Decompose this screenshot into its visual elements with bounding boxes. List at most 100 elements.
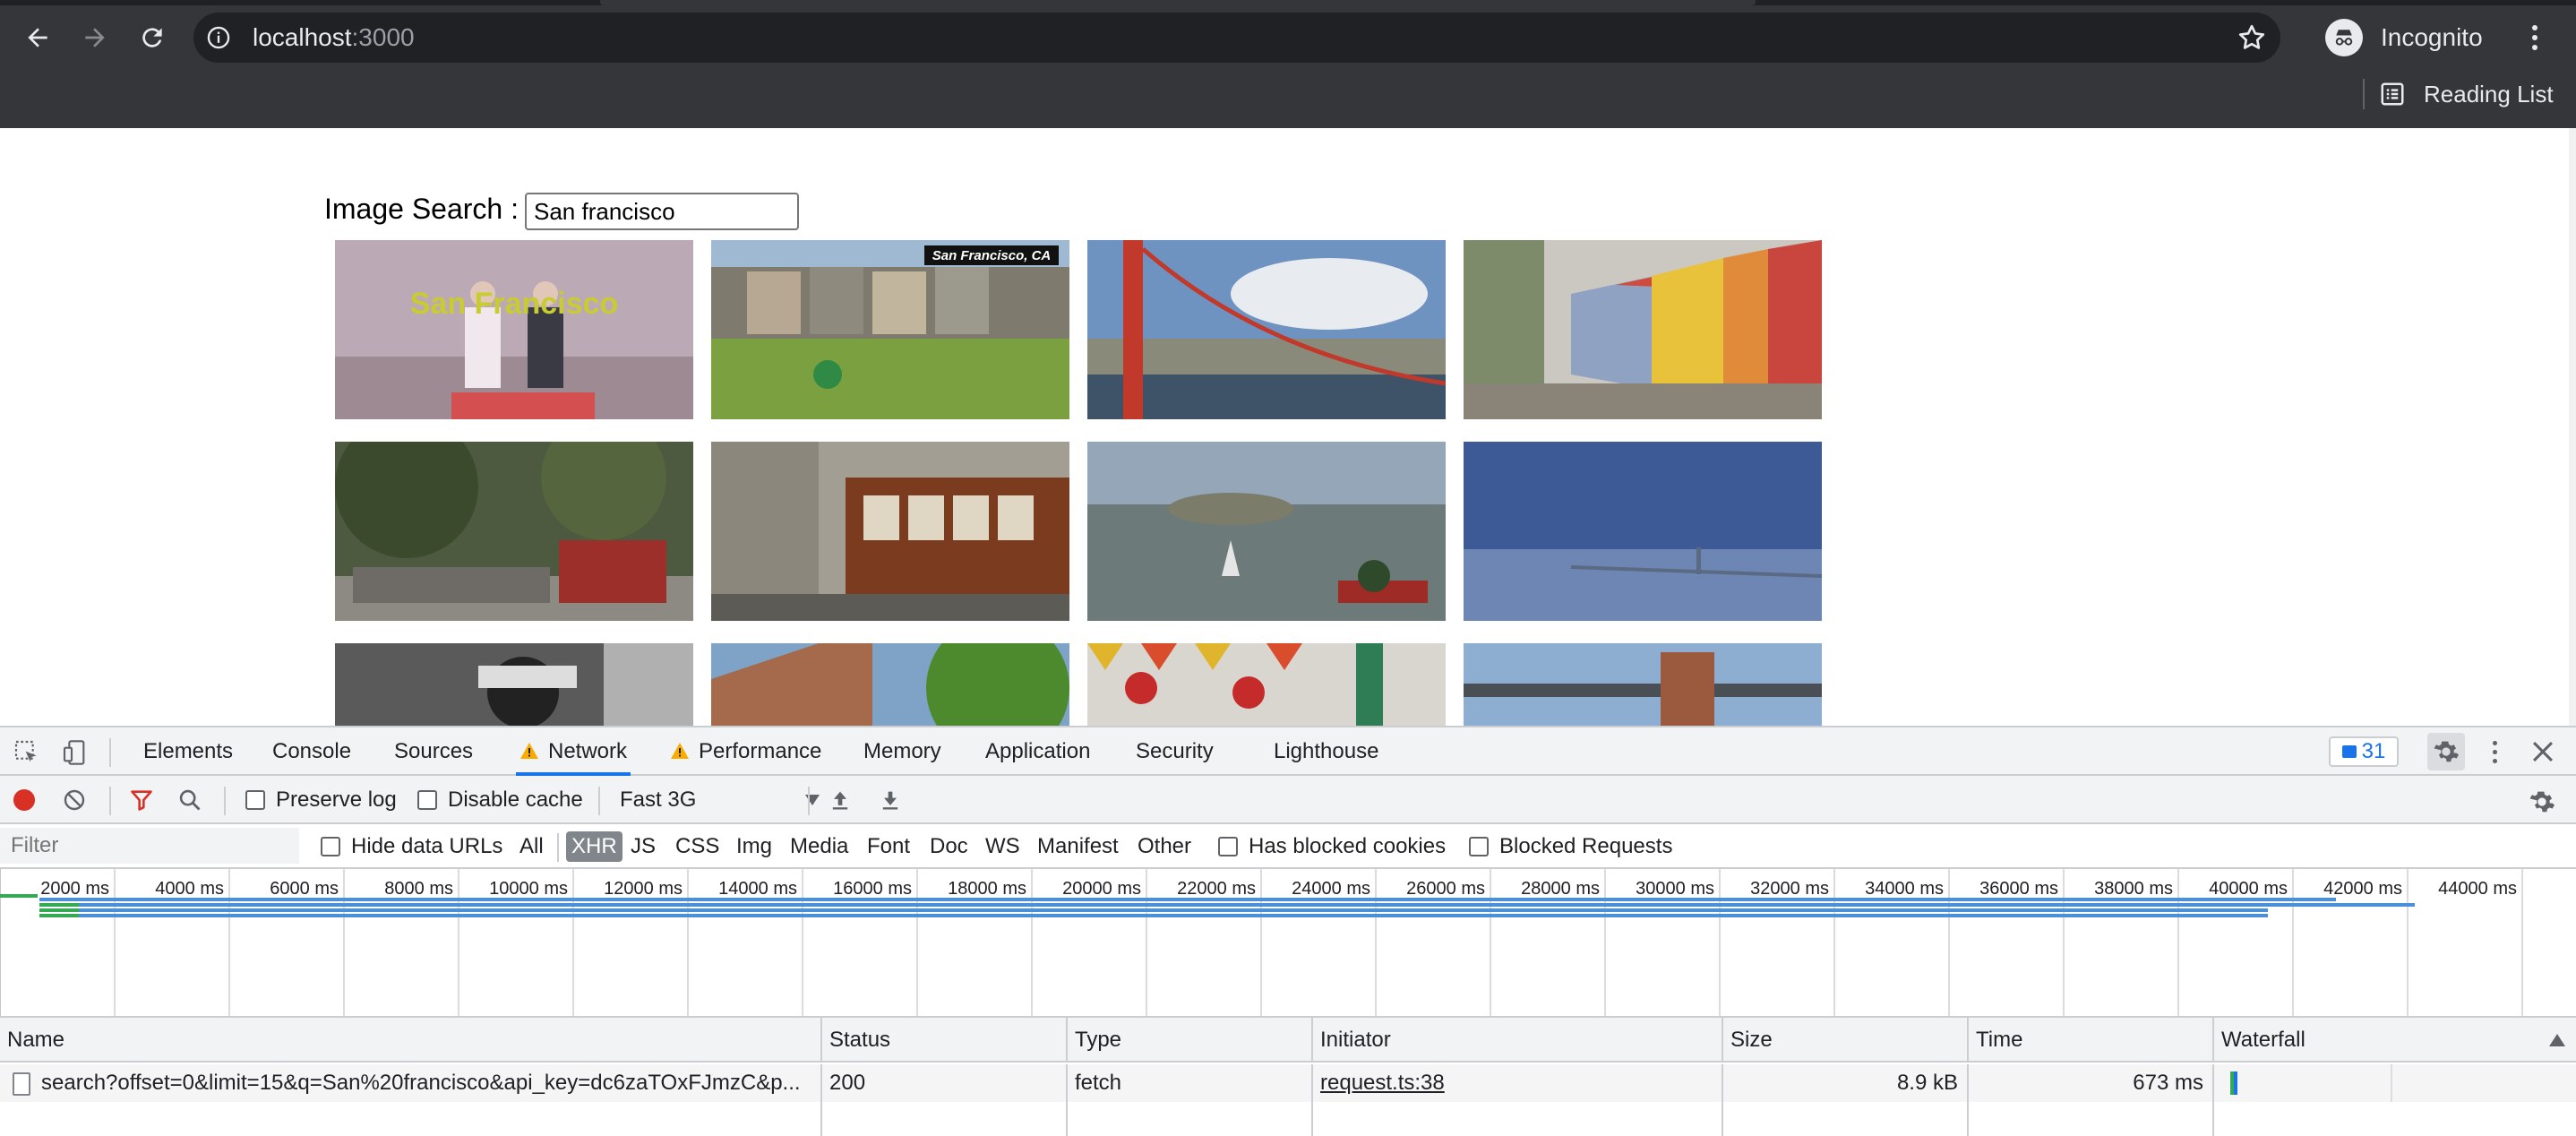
type-filter-css[interactable]: CSS — [675, 824, 719, 869]
tab-sources[interactable]: Sources — [394, 727, 473, 776]
reload-button[interactable] — [131, 16, 174, 59]
initiator-link[interactable]: request.ts:38 — [1320, 1071, 1445, 1095]
tab-memory[interactable]: Memory — [863, 727, 941, 776]
tab-lighthouse[interactable]: Lighthouse — [1274, 727, 1378, 776]
image-thumbnail[interactable] — [1464, 240, 1822, 419]
empty-row-cell — [1068, 1102, 1313, 1136]
type-filter-other[interactable]: Other — [1138, 824, 1191, 869]
waterfall-bar — [2230, 1064, 2392, 1102]
image-thumbnail[interactable] — [711, 442, 1069, 621]
active-tab[interactable] — [600, 0, 1756, 5]
forward-button[interactable] — [73, 16, 116, 59]
browser-toolbar: localhost:3000 Incognito Reading List — [0, 0, 2576, 128]
image-thumbnail[interactable] — [335, 643, 693, 726]
type-filter-ws[interactable]: WS — [985, 824, 1020, 869]
thumbnail-image — [1464, 442, 1822, 621]
info-icon[interactable] — [206, 25, 231, 50]
export-har-icon[interactable] — [878, 787, 903, 813]
devtools-panel: Elements Console Sources Network Perform… — [0, 726, 2576, 1136]
timeline-tick-label: 18000 ms — [948, 879, 1026, 899]
type-filter-img[interactable]: Img — [736, 824, 772, 869]
close-icon[interactable] — [2528, 736, 2558, 767]
disable-cache-label: Disable cache — [448, 787, 583, 812]
cell-status: 200 — [822, 1064, 1068, 1102]
browser-menu-button[interactable] — [2517, 18, 2553, 57]
type-filter-media[interactable]: Media — [790, 824, 848, 869]
devtools-menu-button[interactable] — [2481, 736, 2508, 767]
image-thumbnail[interactable] — [1087, 643, 1446, 726]
filterbar-divider — [557, 833, 559, 862]
timeline-request-bar — [39, 908, 79, 912]
type-filter-all[interactable]: All — [519, 824, 544, 869]
type-filter-js[interactable]: JS — [631, 824, 656, 869]
image-thumbnail[interactable] — [711, 643, 1069, 726]
column-header-status[interactable]: Status — [822, 1018, 1068, 1063]
clear-icon[interactable] — [63, 788, 86, 812]
device-toolbar-icon[interactable] — [61, 738, 90, 767]
search-icon[interactable] — [177, 787, 202, 813]
import-har-icon[interactable] — [828, 787, 853, 813]
image-thumbnail[interactable]: San Francisco — [335, 240, 693, 419]
incognito-indicator[interactable]: Incognito — [2325, 16, 2483, 59]
blocked-requests-checkbox[interactable]: Blocked Requests — [1469, 824, 1672, 869]
type-filter-doc[interactable]: Doc — [930, 824, 968, 869]
column-header-time[interactable]: Time — [1969, 1018, 2214, 1063]
tab-application[interactable]: Application — [985, 727, 1090, 776]
thumbnail-image — [1087, 643, 1446, 726]
timeline-tick-label: 6000 ms — [270, 879, 339, 899]
tab-elements[interactable]: Elements — [143, 727, 233, 776]
image-thumbnail[interactable] — [1087, 240, 1446, 419]
timeline-tick-label: 26000 ms — [1406, 879, 1485, 899]
timeline-request-bar — [39, 903, 79, 907]
throttling-select[interactable]: Fast 3G — [620, 776, 820, 824]
thumbnail-image: San Francisco — [335, 240, 693, 419]
address-bar[interactable]: localhost:3000 — [193, 13, 2280, 63]
devtools-settings-button[interactable] — [2427, 733, 2465, 770]
thumbnail-caption: San Francisco — [410, 287, 618, 321]
warning-icon — [520, 743, 538, 759]
cell-size: 8.9 kB — [1723, 1064, 1969, 1102]
star-icon[interactable] — [2236, 22, 2268, 54]
column-header-initiator[interactable]: Initiator — [1313, 1018, 1723, 1063]
column-header-type[interactable]: Type — [1068, 1018, 1313, 1063]
filter-icon[interactable] — [129, 787, 154, 813]
column-header-name[interactable]: Name — [0, 1018, 822, 1063]
inspect-element-icon[interactable] — [13, 738, 41, 767]
image-thumbnail[interactable] — [1464, 442, 1822, 621]
type-filter-manifest[interactable]: Manifest — [1037, 824, 1119, 869]
has-blocked-cookies-checkbox[interactable]: Has blocked cookies — [1218, 824, 1446, 869]
empty-row-cell — [0, 1102, 822, 1136]
filter-input[interactable] — [0, 828, 299, 864]
column-header-waterfall[interactable]: Waterfall — [2214, 1018, 2576, 1063]
type-filter-xhr[interactable]: XHR — [566, 831, 623, 862]
network-settings-gear-icon[interactable] — [2528, 787, 2556, 816]
tab-performance[interactable]: Performance — [670, 727, 821, 776]
timeline-request-bar — [39, 914, 2268, 917]
tab-console[interactable]: Console — [272, 727, 351, 776]
network-overview-timeline[interactable]: 2000 ms 4000 ms 6000 ms 8000 ms 10000 ms 1200… — [0, 869, 2576, 1018]
tab-network[interactable]: Network — [516, 727, 631, 776]
reading-list-label: Reading List — [2424, 80, 2554, 108]
reading-list-button[interactable]: Reading List — [2379, 77, 2554, 111]
image-thumbnail[interactable]: San Francisco, CA — [711, 240, 1069, 419]
search-label: Image Search : — [324, 193, 519, 225]
image-thumbnail[interactable] — [1087, 442, 1446, 621]
record-icon[interactable] — [13, 788, 36, 812]
toolbar-divider — [109, 787, 111, 815]
hide-data-urls-checkbox[interactable]: Hide data URLs — [321, 824, 502, 869]
issues-badge[interactable]: 31 — [2329, 736, 2399, 767]
tab-security[interactable]: Security — [1136, 727, 1214, 776]
preserve-log-checkbox[interactable]: Preserve log — [245, 776, 397, 824]
arrow-right-icon — [85, 28, 105, 47]
back-button[interactable] — [16, 16, 59, 59]
column-header-size[interactable]: Size — [1723, 1018, 1969, 1063]
type-filter-font[interactable]: Font — [867, 824, 910, 869]
page-scrollbar[interactable] — [2569, 128, 2576, 726]
timeline-tick-label: 8000 ms — [384, 879, 453, 899]
image-thumbnail[interactable] — [1464, 643, 1822, 726]
empty-row-cell — [1313, 1102, 1723, 1136]
empty-row-cell — [1723, 1102, 1969, 1136]
image-thumbnail[interactable] — [335, 442, 693, 621]
image-search-input[interactable] — [525, 193, 799, 230]
disable-cache-checkbox[interactable]: Disable cache — [417, 776, 583, 824]
